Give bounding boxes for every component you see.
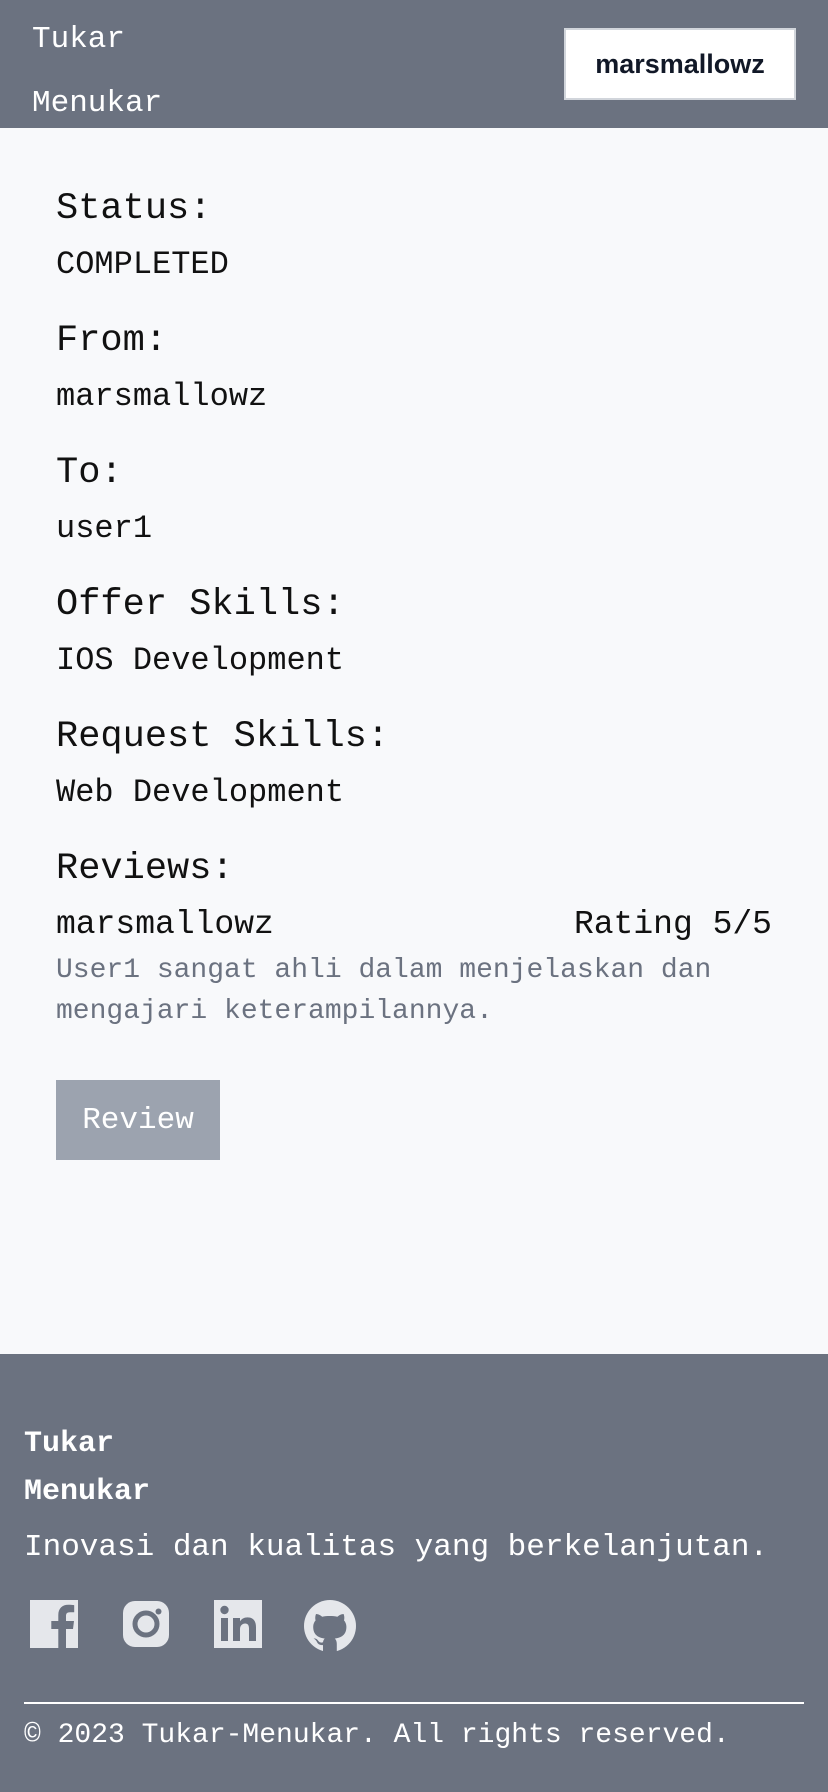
review-author: marsmallowz [56,906,274,943]
offer-skills-label: Offer Skills: [56,584,345,626]
review-button[interactable]: Review [56,1080,220,1160]
brand-line-2: Menukar [32,86,163,121]
status-value: COMPLETED [56,246,229,283]
request-skills-value: Web Development [56,774,345,811]
request-skills-label: Request Skills: [56,716,390,758]
exchange-detail: Status: COMPLETED From: marsmallowz To: … [0,128,828,1354]
footer-brand: Tukar Menukar [24,1420,224,1516]
footer-brand-line-1: Tukar [24,1427,115,1461]
brand-line-1: Tukar [32,22,126,57]
copyright-text: © 2023 Tukar-Menukar. All rights reserve… [24,1720,730,1751]
from-value: marsmallowz [56,378,268,415]
brand-logo[interactable]: Tukar Menukar [32,16,252,136]
to-value: user1 [56,510,153,547]
footer-brand-line-2: Menukar [24,1475,151,1509]
site-header: Tukar Menukar marsmallowz [0,0,828,128]
github-icon[interactable] [302,1598,358,1654]
reviews-label: Reviews: [56,848,234,890]
facebook-icon[interactable] [28,1598,84,1654]
review-rating: Rating 5/5 [573,906,772,943]
linkedin-icon[interactable] [212,1598,268,1654]
footer-divider [24,1702,804,1704]
offer-skills-value: IOS Development [56,642,345,679]
status-label: Status: [56,188,212,230]
review-text: User1 sangat ahli dalam menjelaskan dan … [56,955,712,1027]
from-label: From: [56,320,168,362]
footer-tagline: Inovasi dan kualitas yang berkelanjutan. [24,1530,769,1565]
instagram-icon[interactable] [120,1598,176,1654]
user-menu-button[interactable]: marsmallowz [564,28,796,100]
to-label: To: [56,452,123,494]
site-footer: Tukar Menukar Inovasi dan kualitas yang … [0,1354,828,1792]
